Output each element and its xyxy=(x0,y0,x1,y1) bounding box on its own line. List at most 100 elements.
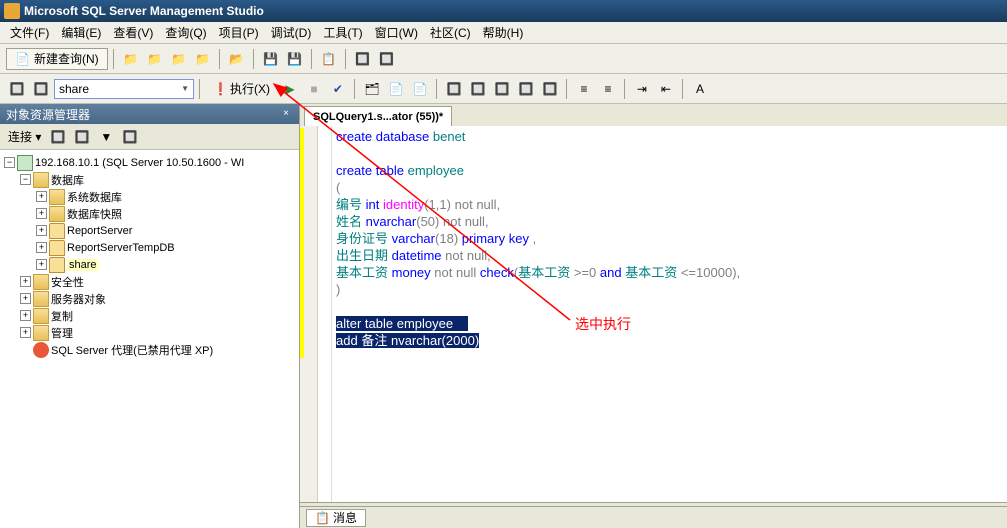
tb2-btn-8[interactable]: 📄 xyxy=(409,78,431,100)
tree-management[interactable]: + 管理 xyxy=(4,324,295,341)
annotation-text: 选中执行 xyxy=(575,314,631,334)
folder-icon xyxy=(33,308,49,324)
indent-button[interactable]: ⇥ xyxy=(631,78,653,100)
expand-icon[interactable]: + xyxy=(20,310,31,321)
titlebar: Microsoft SQL Server Management Studio xyxy=(0,0,1007,22)
database-icon xyxy=(49,257,65,273)
explorer-tb-1[interactable]: 🔲 xyxy=(47,126,69,148)
connect-button[interactable]: 连接 ▾ xyxy=(4,128,45,145)
database-selector[interactable]: share ▼ xyxy=(54,79,194,99)
menu-file[interactable]: 文件(F) xyxy=(4,22,55,43)
tb-btn-11[interactable]: 🔲 xyxy=(376,48,398,70)
chevron-down-icon: ▼ xyxy=(181,84,189,93)
collapse-icon[interactable]: − xyxy=(20,174,31,185)
tb2-btn-9[interactable]: 🔲 xyxy=(443,78,465,100)
tree-share[interactable]: + share xyxy=(4,256,295,273)
tb2-btn-18[interactable]: A xyxy=(689,78,711,100)
code-content: create database benet create table emplo… xyxy=(336,128,1007,349)
expand-icon[interactable]: + xyxy=(36,191,47,202)
folder-icon xyxy=(49,189,65,205)
tree-server[interactable]: − 192.168.10.1 (SQL Server 10.50.1600 - … xyxy=(4,154,295,171)
tb-btn-4[interactable]: 📁 xyxy=(192,48,214,70)
expand-icon[interactable]: + xyxy=(20,276,31,287)
close-icon[interactable]: × xyxy=(279,107,293,121)
expand-icon[interactable]: + xyxy=(36,242,47,253)
collapse-icon[interactable]: − xyxy=(4,157,15,168)
editor-area: SQLQuery1.s...ator (55))* create databas… xyxy=(300,104,1007,528)
tree-replication[interactable]: + 复制 xyxy=(4,307,295,324)
menu-window[interactable]: 窗口(W) xyxy=(369,22,424,43)
messages-tab[interactable]: 📋 消息 xyxy=(306,509,366,527)
database-icon xyxy=(49,223,65,239)
tb-btn-2[interactable]: 📁 xyxy=(144,48,166,70)
outline-bar xyxy=(318,126,332,502)
messages-icon: 📋 xyxy=(315,511,330,525)
execute-icon: ❗ xyxy=(213,82,228,96)
parse-button[interactable]: ✔ xyxy=(327,78,349,100)
menu-help[interactable]: 帮助(H) xyxy=(477,22,530,43)
tb-btn-9[interactable]: 📋 xyxy=(318,48,340,70)
tb2-btn-2[interactable]: 🔲 xyxy=(30,78,52,100)
menu-edit[interactable]: 编辑(E) xyxy=(55,22,107,43)
new-query-button[interactable]: 📄 新建查询(N) xyxy=(6,48,108,70)
database-icon xyxy=(49,240,65,256)
tb-btn-1[interactable]: 📁 xyxy=(120,48,142,70)
window-title: Microsoft SQL Server Management Studio xyxy=(24,4,264,18)
expand-icon[interactable]: + xyxy=(36,259,47,270)
uncomment-button[interactable]: ≡ xyxy=(597,78,619,100)
tb-btn-3[interactable]: 📁 xyxy=(168,48,190,70)
tab-sqlquery1[interactable]: SQLQuery1.s...ator (55))* xyxy=(304,106,452,126)
save-all-button[interactable]: 💾 xyxy=(284,48,306,70)
open-button[interactable]: 📂 xyxy=(226,48,248,70)
tb-btn-10[interactable]: 🔲 xyxy=(352,48,374,70)
tree-sysdb[interactable]: + 系统数据库 xyxy=(4,188,295,205)
server-icon xyxy=(17,155,33,171)
menu-tools[interactable]: 工具(T) xyxy=(317,22,368,43)
tree-reportserver[interactable]: + ReportServer xyxy=(4,222,295,239)
code-editor[interactable]: create database benet create table emplo… xyxy=(300,126,1007,502)
toolbar-sql: 🔲 🔲 share ▼ ❗ 执行(X) ▶ ■ ✔ 🗂 📄 📄 🔲 🔲 🔲 🔲 … xyxy=(0,74,1007,104)
new-query-icon: 📄 xyxy=(15,52,30,66)
tb2-btn-13[interactable]: 🔲 xyxy=(539,78,561,100)
expand-icon[interactable]: + xyxy=(36,208,47,219)
tb2-btn-7[interactable]: 📄 xyxy=(385,78,407,100)
tree-agent[interactable]: SQL Server 代理(已禁用代理 XP) xyxy=(4,341,295,358)
tree-server-objects[interactable]: + 服务器对象 xyxy=(4,290,295,307)
expand-icon[interactable]: + xyxy=(20,293,31,304)
menu-debug[interactable]: 调试(D) xyxy=(265,22,318,43)
tree-security[interactable]: + 安全性 xyxy=(4,273,295,290)
tab-strip: SQLQuery1.s...ator (55))* xyxy=(300,104,1007,126)
tb2-btn-11[interactable]: 🔲 xyxy=(491,78,513,100)
explorer-titlebar: 对象资源管理器 × xyxy=(0,104,299,124)
tree-view[interactable]: − 192.168.10.1 (SQL Server 10.50.1600 - … xyxy=(0,150,299,528)
menu-query[interactable]: 查询(Q) xyxy=(159,22,212,43)
agent-icon xyxy=(33,342,49,358)
explorer-tb-2[interactable]: 🔲 xyxy=(71,126,93,148)
tree-databases[interactable]: − 数据库 xyxy=(4,171,295,188)
outdent-button[interactable]: ⇤ xyxy=(655,78,677,100)
tb2-btn-6[interactable]: 🗂 xyxy=(361,78,383,100)
menu-community[interactable]: 社区(C) xyxy=(424,22,477,43)
bottom-tabs: 📋 消息 xyxy=(300,506,1007,528)
explorer-tb-3[interactable]: ▼ xyxy=(95,126,117,148)
folder-icon xyxy=(33,172,49,188)
save-button[interactable]: 💾 xyxy=(260,48,282,70)
menu-project[interactable]: 项目(P) xyxy=(213,22,265,43)
object-explorer: 对象资源管理器 × 连接 ▾ 🔲 🔲 ▼ 🔲 − 192.168.10.1 (S… xyxy=(0,104,300,528)
tree-snapshots[interactable]: + 数据库快照 xyxy=(4,205,295,222)
comment-button[interactable]: ≡ xyxy=(573,78,595,100)
tree-reportservertemp[interactable]: + ReportServerTempDB xyxy=(4,239,295,256)
menu-view[interactable]: 查看(V) xyxy=(107,22,159,43)
gutter xyxy=(300,126,318,502)
expand-icon[interactable]: + xyxy=(20,327,31,338)
execute-button[interactable]: ❗ 执行(X) xyxy=(206,78,277,100)
folder-icon xyxy=(33,325,49,341)
main-area: 对象资源管理器 × 连接 ▾ 🔲 🔲 ▼ 🔲 − 192.168.10.1 (S… xyxy=(0,104,1007,528)
explorer-tb-4[interactable]: 🔲 xyxy=(119,126,141,148)
tb2-btn-12[interactable]: 🔲 xyxy=(515,78,537,100)
expand-icon[interactable]: + xyxy=(36,225,47,236)
stop-button[interactable]: ■ xyxy=(303,78,325,100)
debug-button[interactable]: ▶ xyxy=(279,78,301,100)
tb2-btn-1[interactable]: 🔲 xyxy=(6,78,28,100)
tb2-btn-10[interactable]: 🔲 xyxy=(467,78,489,100)
